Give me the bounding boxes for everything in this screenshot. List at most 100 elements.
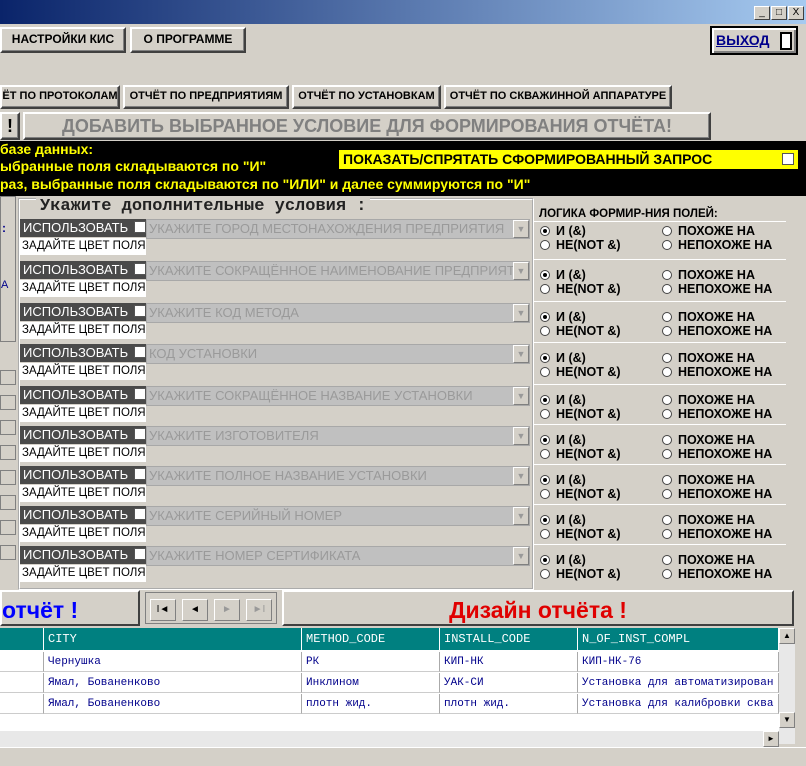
grid-cell[interactable]: КИП-НК [440,652,578,672]
grid-cell[interactable]: Ямал, Бованенково [44,673,302,693]
use-checkbox[interactable] [134,428,146,440]
logic-not-and-radio[interactable]: НЕ(NOT &) [540,487,621,501]
chevron-down-icon[interactable]: ▼ [513,547,529,565]
condition-combo[interactable]: УКАЖИТЕ СОКРАЩЁННОЕ НАИМЕНОВАНИЕ ПРЕДПРИ… [146,261,530,281]
logic-not-like-radio[interactable]: НЕПОХОЖЕ НА [662,487,772,501]
grid-cell[interactable]: РК [302,652,440,672]
logic-like-radio[interactable]: ПОХОЖЕ НА [662,513,755,527]
scroll-up-icon[interactable]: ▲ [779,628,795,644]
report-enterprises-button[interactable]: ОТЧЁТ ПО ПРЕДПРИЯТИЯМ [123,85,289,109]
logic-like-radio[interactable]: ПОХОЖЕ НА [662,224,755,238]
chevron-down-icon[interactable]: ▼ [513,262,529,280]
grid-cell[interactable]: КИП-НК-76 [578,652,779,672]
use-checkbox[interactable] [134,548,146,560]
logic-not-like-radio[interactable]: НЕПОХОЖЕ НА [662,238,772,252]
scroll-right-icon[interactable]: ► [763,731,779,747]
condition-combo[interactable]: УКАЖИТЕ СОКРАЩЁННОЕ НАЗВАНИЕ УСТАНОВКИ ▼ [146,386,530,406]
grid-cell[interactable]: УАК-СИ [440,673,578,693]
report-installations-button[interactable]: ОТЧЁТ ПО УСТАНОВКАМ [292,85,441,109]
logic-like-radio[interactable]: ПОХОЖЕ НА [662,268,755,282]
grid-cell[interactable] [0,694,44,714]
scroll-down-icon[interactable]: ▼ [779,712,795,728]
left-mini-control[interactable] [0,495,16,510]
logic-not-like-radio[interactable]: НЕПОХОЖЕ НА [662,324,772,338]
set-field-color[interactable]: ЗАДАЙТЕ ЦВЕТ ПОЛЯ [20,485,146,502]
condition-combo[interactable]: КОД УСТАНОВКИ ▼ [146,344,530,364]
logic-not-like-radio[interactable]: НЕПОХОЖЕ НА [662,365,772,379]
chevron-down-icon[interactable]: ▼ [513,345,529,363]
condition-combo[interactable]: УКАЖИТЕ СЕРИЙНЫЙ НОМЕР ▼ [146,506,530,526]
logic-and-radio[interactable]: И (&) [540,268,586,282]
set-field-color[interactable]: ЗАДАЙТЕ ЦВЕТ ПОЛЯ [20,525,146,542]
design-report-button[interactable]: Дизайн отчёта ! [282,590,794,626]
set-field-color[interactable]: ЗАДАЙТЕ ЦВЕТ ПОЛЯ [20,238,146,255]
logic-and-radio[interactable]: И (&) [540,393,586,407]
report-button[interactable]: отчёт ! [0,590,140,626]
logic-not-like-radio[interactable]: НЕПОХОЖЕ НА [662,527,772,541]
left-mini-control[interactable] [0,370,16,385]
condition-combo[interactable]: УКАЖИТЕ КОД МЕТОДА ▼ [146,303,530,323]
vertical-scrollbar[interactable]: ▲ ▼ [779,628,795,744]
settings-button[interactable]: НАСТРОЙКИ КИС [0,27,126,53]
logic-not-like-radio[interactable]: НЕПОХОЖЕ НА [662,447,772,461]
use-field-toggle[interactable]: ИСПОЛЬЗОВАТЬ [20,506,146,524]
set-field-color[interactable]: ЗАДАЙТЕ ЦВЕТ ПОЛЯ [20,280,146,297]
logic-like-radio[interactable]: ПОХОЖЕ НА [662,351,755,365]
logic-not-like-radio[interactable]: НЕПОХОЖЕ НА [662,567,772,581]
use-checkbox[interactable] [134,468,146,480]
logic-not-and-radio[interactable]: НЕ(NOT &) [540,238,621,252]
logic-and-radio[interactable]: И (&) [540,433,586,447]
nav-next-button[interactable]: ► [214,599,240,621]
logic-not-like-radio[interactable]: НЕПОХОЖЕ НА [662,407,772,421]
grid-column-header[interactable] [0,628,44,650]
logic-and-radio[interactable]: И (&) [540,473,586,487]
use-field-toggle[interactable]: ИСПОЛЬЗОВАТЬ [20,303,146,321]
logic-and-radio[interactable]: И (&) [540,513,586,527]
grid-cell[interactable] [0,652,44,672]
grid-cell[interactable]: Инклином [302,673,440,693]
grid-cell[interactable]: Установка для калибровки сква [578,694,779,714]
nav-prev-button[interactable]: ◄ [182,599,208,621]
use-field-toggle[interactable]: ИСПОЛЬЗОВАТЬ [20,261,146,279]
logic-not-and-radio[interactable]: НЕ(NOT &) [540,567,621,581]
grid-column-header[interactable]: N_OF_INST_COMPL [578,628,779,650]
logic-and-radio[interactable]: И (&) [540,310,586,324]
logic-like-radio[interactable]: ПОХОЖЕ НА [662,310,755,324]
logic-not-like-radio[interactable]: НЕПОХОЖЕ НА [662,282,772,296]
left-mini-control[interactable] [0,520,16,535]
grid-cell[interactable]: плотн жид. [302,694,440,714]
logic-like-radio[interactable]: ПОХОЖЕ НА [662,393,755,407]
use-checkbox[interactable] [134,305,146,317]
report-well-equipment-button[interactable]: ОТЧЁТ ПО СКВАЖИННОЙ АППАРАТУРЕ [444,85,672,109]
left-mini-control[interactable] [0,420,16,435]
use-checkbox[interactable] [134,508,146,520]
set-field-color[interactable]: ЗАДАЙТЕ ЦВЕТ ПОЛЯ [20,565,146,582]
use-checkbox[interactable] [134,263,146,275]
use-field-toggle[interactable]: ИСПОЛЬЗОВАТЬ [20,344,146,362]
logic-not-and-radio[interactable]: НЕ(NOT &) [540,447,621,461]
maximize-button[interactable]: □ [771,6,787,20]
left-mini-control[interactable] [0,545,16,560]
horizontal-scrollbar[interactable]: ► [0,731,779,747]
set-field-color[interactable]: ЗАДАЙТЕ ЦВЕТ ПОЛЯ [20,322,146,339]
chevron-down-icon[interactable]: ▼ [513,507,529,525]
use-checkbox[interactable] [134,346,146,358]
condition-combo[interactable]: УКАЖИТЕ ИЗГОТОВИТЕЛЯ ▼ [146,426,530,446]
show-query-checkbox[interactable] [782,153,794,165]
add-condition-button[interactable]: ДОБАВИТЬ ВЫБРАННОЕ УСЛОВИЕ ДЛЯ ФОРМИРОВА… [23,112,711,140]
left-mini-control[interactable] [0,470,16,485]
grid-cell[interactable]: Ямал, Бованенково [44,694,302,714]
left-mini-control[interactable] [0,445,16,460]
use-checkbox[interactable] [134,221,146,233]
logic-like-radio[interactable]: ПОХОЖЕ НА [662,473,755,487]
logic-and-radio[interactable]: И (&) [540,224,586,238]
nav-last-button[interactable]: ►I [246,599,272,621]
logic-not-and-radio[interactable]: НЕ(NOT &) [540,324,621,338]
condition-combo[interactable]: УКАЖИТЕ НОМЕР СЕРТИФИКАТА ▼ [146,546,530,566]
use-field-toggle[interactable]: ИСПОЛЬЗОВАТЬ [20,386,146,404]
logic-not-and-radio[interactable]: НЕ(NOT &) [540,407,621,421]
grid-cell[interactable]: Чернушка [44,652,302,672]
condition-combo[interactable]: УКАЖИТЕ ПОЛНОЕ НАЗВАНИЕ УСТАНОВКИ ▼ [146,466,530,486]
grid-column-header[interactable]: CITY [44,628,302,650]
set-field-color[interactable]: ЗАДАЙТЕ ЦВЕТ ПОЛЯ [20,445,146,462]
